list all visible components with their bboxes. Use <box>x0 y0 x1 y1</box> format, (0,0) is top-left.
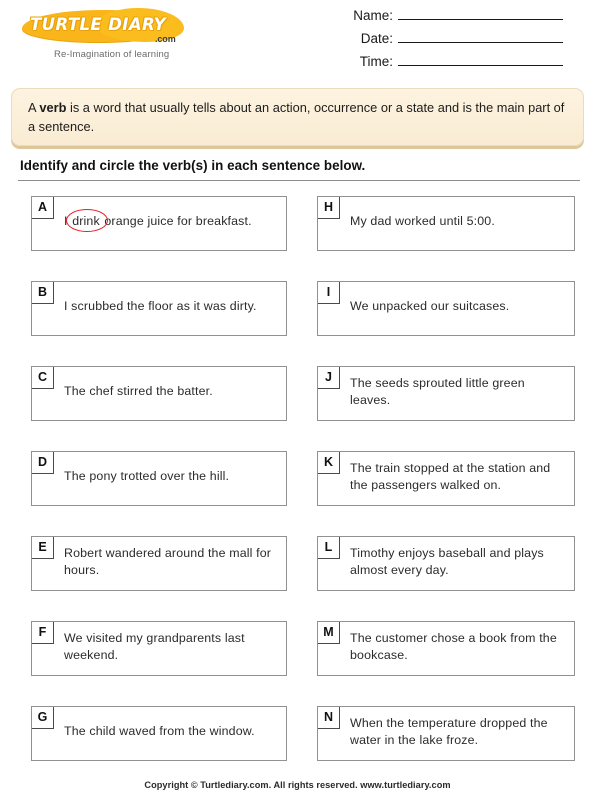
sentence-text: We visited my grandparents last weekend. <box>64 631 245 662</box>
question-box[interactable]: F We visited my grandparents last weekend… <box>31 621 287 676</box>
question-letter-badge: F <box>32 622 54 644</box>
question-item: G The child waved from the window. <box>31 706 287 761</box>
question-item: H My dad worked until 5:00. <box>317 196 575 251</box>
name-label: Name: <box>353 8 393 23</box>
question-letter-badge: G <box>32 707 54 729</box>
question-sentence[interactable]: The seeds sprouted little green leaves. <box>346 367 574 417</box>
question-sentence[interactable]: The child waved from the window. <box>60 707 286 748</box>
question-sentence[interactable]: Timothy enjoys baseball and plays almost… <box>346 537 574 587</box>
question-item: I We unpacked our suitcases. <box>317 281 575 336</box>
question-item: E Robert wandered around the mall for hou… <box>31 536 287 591</box>
name-input-line[interactable] <box>398 7 563 20</box>
question-sentence[interactable]: I drink orange juice for breakfast. <box>60 197 286 238</box>
sentence-text: The customer chose a book from the bookc… <box>350 631 557 662</box>
date-input-line[interactable] <box>398 30 563 43</box>
question-sentence[interactable]: My dad worked until 5:00. <box>346 197 574 238</box>
question-box[interactable]: C The chef stirred the batter. <box>31 366 287 421</box>
sentence-text: The chef stirred the batter. <box>64 384 213 398</box>
question-item: B I scrubbed the floor as it was dirty. <box>31 281 287 336</box>
sentence-text-after: orange juice for breakfast. <box>100 214 252 228</box>
question-sentence[interactable]: The customer chose a book from the bookc… <box>346 622 574 672</box>
question-box[interactable]: J The seeds sprouted little green leaves. <box>317 366 575 421</box>
question-letter-badge: K <box>318 452 340 474</box>
logo-wordmark: TURTLE DIARY .com <box>22 8 194 46</box>
question-item: L Timothy enjoys baseball and plays almos… <box>317 536 575 591</box>
question-box[interactable]: L Timothy enjoys baseball and plays almos… <box>317 536 575 591</box>
logo-dotcom-suffix: .com <box>155 34 176 44</box>
sentence-text: The train stopped at the station and the… <box>350 461 551 492</box>
sentence-text-before: I <box>64 214 72 228</box>
question-item: C The chef stirred the batter. <box>31 366 287 421</box>
question-item: K The train stopped at the station and th… <box>317 451 575 506</box>
sentence-text: The seeds sprouted little green leaves. <box>350 376 525 407</box>
worksheet-header: TURTLE DIARY .com Re-Imagination of lear… <box>0 0 595 84</box>
instruction-divider <box>18 180 580 181</box>
date-label: Date: <box>360 31 393 46</box>
field-row-date: Date: <box>313 30 563 53</box>
question-box[interactable]: M The customer chose a book from the book… <box>317 621 575 676</box>
sentence-text: We unpacked our suitcases. <box>350 299 510 313</box>
question-item: J The seeds sprouted little green leaves. <box>317 366 575 421</box>
turtle-diary-logo[interactable]: TURTLE DIARY .com Re-Imagination of lear… <box>22 8 222 60</box>
question-letter-badge: D <box>32 452 54 474</box>
question-box[interactable]: K The train stopped at the station and th… <box>317 451 575 506</box>
question-box[interactable]: G The child waved from the window. <box>31 706 287 761</box>
question-box[interactable]: H My dad worked until 5:00. <box>317 196 575 251</box>
logo-tagline: Re-Imagination of learning <box>54 49 170 60</box>
sentence-text: When the temperature dropped the water i… <box>350 716 548 747</box>
question-sentence[interactable]: Robert wandered around the mall for hour… <box>60 537 286 587</box>
field-row-time: Time: <box>313 53 563 76</box>
sentence-text: Timothy enjoys baseball and plays almost… <box>350 546 544 577</box>
circled-verb-answer: drink <box>66 209 108 232</box>
question-sentence[interactable]: I scrubbed the floor as it was dirty. <box>60 282 286 323</box>
definition-rest: is a word that usually tells about an ac… <box>28 100 565 134</box>
question-box[interactable]: N When the temperature dropped the water … <box>317 706 575 761</box>
question-sentence[interactable]: The pony trotted over the hill. <box>60 452 286 493</box>
question-box[interactable]: D The pony trotted over the hill. <box>31 451 287 506</box>
sentence-text: I scrubbed the floor as it was dirty. <box>64 299 257 313</box>
time-label: Time: <box>359 54 393 69</box>
question-sentence[interactable]: The chef stirred the batter. <box>60 367 286 408</box>
question-box[interactable]: I We unpacked our suitcases. <box>317 281 575 336</box>
definition-callout-box: A verb is a word that usually tells abou… <box>11 88 584 146</box>
student-info-fields: Name: Date: Time: <box>313 7 563 76</box>
question-box[interactable]: AI drink orange juice for breakfast. <box>31 196 287 251</box>
question-letter-badge: B <box>32 282 54 304</box>
question-letter-badge: H <box>318 197 340 219</box>
instruction-heading: Identify and circle the verb(s) in each … <box>20 158 366 173</box>
question-item: AI drink orange juice for breakfast. <box>31 196 287 251</box>
question-letter-badge: E <box>32 537 54 559</box>
field-row-name: Name: <box>313 7 563 30</box>
question-box[interactable]: E Robert wandered around the mall for hou… <box>31 536 287 591</box>
logo-text: TURTLE DIARY <box>30 15 166 34</box>
sentence-text: My dad worked until 5:00. <box>350 214 495 228</box>
sentence-text: The pony trotted over the hill. <box>64 469 230 483</box>
question-letter-badge: J <box>318 367 340 389</box>
question-item: D The pony trotted over the hill. <box>31 451 287 506</box>
question-letter-badge: A <box>32 197 54 219</box>
question-letter-badge: M <box>318 622 340 644</box>
sentence-text: Robert wandered around the mall for hour… <box>64 546 272 577</box>
question-sentence[interactable]: We unpacked our suitcases. <box>346 282 574 323</box>
question-letter-badge: N <box>318 707 340 729</box>
sentence-text: The child waved from the window. <box>64 724 255 738</box>
question-letter-badge: I <box>318 282 340 304</box>
definition-lead: A <box>28 100 40 115</box>
time-input-line[interactable] <box>398 53 563 66</box>
question-letter-badge: L <box>318 537 340 559</box>
question-item: F We visited my grandparents last weekend… <box>31 621 287 676</box>
question-item: N When the temperature dropped the water … <box>317 706 575 761</box>
question-box[interactable]: B I scrubbed the floor as it was dirty. <box>31 281 287 336</box>
question-sentence[interactable]: The train stopped at the station and the… <box>346 452 574 502</box>
copyright-footer: Copyright © Turtlediary.com. All rights … <box>144 780 451 790</box>
question-sentence[interactable]: We visited my grandparents last weekend. <box>60 622 286 672</box>
question-item: M The customer chose a book from the book… <box>317 621 575 676</box>
definition-term: verb <box>39 100 67 115</box>
question-sentence[interactable]: When the temperature dropped the water i… <box>346 707 574 757</box>
definition-text: A verb is a word that usually tells abou… <box>28 98 569 136</box>
question-letter-badge: C <box>32 367 54 389</box>
